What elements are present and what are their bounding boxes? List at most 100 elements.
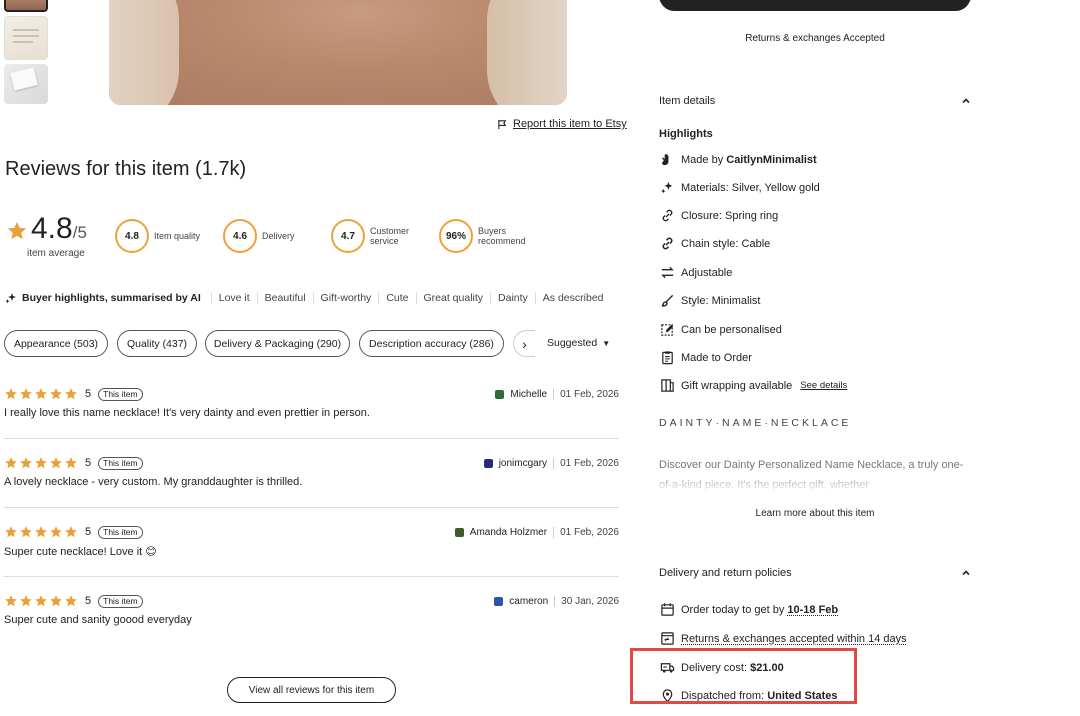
reviewer-avatar xyxy=(483,458,493,468)
report-link-label: Report this item to Etsy xyxy=(513,118,627,130)
item-quality-label: Item quality xyxy=(154,231,201,241)
highlight-gift-wrapping: Gift wrapping available See details xyxy=(660,378,847,393)
highlight-tag[interactable]: Great quality xyxy=(415,292,491,304)
customer-service-label: Customer service xyxy=(370,226,410,246)
reviewer-name[interactable]: jonimcgary xyxy=(499,458,547,469)
returns-policy: Returns & exchanges accepted within 14 d… xyxy=(660,631,907,646)
five-star-rating xyxy=(4,387,78,401)
buy-button[interactable] xyxy=(659,0,971,11)
sort-dropdown[interactable]: Suggested ▼ xyxy=(547,337,610,349)
reviewer-name[interactable]: Amanda Holzmer xyxy=(470,527,547,538)
sort-label: Suggested xyxy=(547,337,598,349)
item-details-header[interactable]: Item details xyxy=(659,95,971,107)
review-item: 5 This item Michelle 01 Feb, 2026 I real… xyxy=(4,386,619,419)
this-item-badge: This item xyxy=(98,594,143,608)
review-date: 30 Jan, 2026 xyxy=(561,595,619,607)
this-item-badge: This item xyxy=(98,387,143,401)
highlight-tag[interactable]: Beautiful xyxy=(256,292,313,304)
average-rating: 4.8/5 xyxy=(31,212,87,245)
five-star-rating xyxy=(4,594,78,608)
filter-chip-appearance[interactable]: Appearance (503) xyxy=(4,330,108,357)
this-item-badge: This item xyxy=(98,525,143,539)
thumbnail-2[interactable] xyxy=(4,16,48,60)
review-score: 5 xyxy=(85,526,92,538)
thumbnail-1[interactable] xyxy=(4,0,48,12)
star-icon xyxy=(35,526,47,538)
delivery-date-range[interactable]: 10-18 Feb xyxy=(787,604,838,616)
swap-arrows-icon xyxy=(661,266,674,279)
returns-summary: Returns & exchanges Accepted xyxy=(745,33,885,44)
reviewer-name[interactable]: cameron xyxy=(509,596,548,607)
see-details-link[interactable]: See details xyxy=(800,380,847,391)
delivery-label: Delivery xyxy=(262,231,295,241)
report-item-link[interactable]: Report this item to Etsy xyxy=(497,118,627,130)
highlight-made-by: Made by CaitlynMinimalist xyxy=(660,152,817,167)
review-item: 5 This item jonimcgary 01 Feb, 2026 A lo… xyxy=(4,455,619,488)
annotation-highlight-box xyxy=(630,648,857,704)
product-main-image[interactable] xyxy=(109,0,567,105)
caret-down-icon: ▼ xyxy=(602,338,611,348)
highlight-chain-style: Chain style: Cable xyxy=(660,236,770,251)
highlight-tag[interactable]: Love it xyxy=(210,292,257,304)
item-quality-score: 4.8 xyxy=(115,219,149,253)
star-icon xyxy=(7,221,27,240)
reviewer-name[interactable]: Michelle xyxy=(510,389,547,400)
review-date: 01 Feb, 2026 xyxy=(560,388,619,400)
five-star-rating xyxy=(4,525,78,539)
delivery-policies-header[interactable]: Delivery and return policies xyxy=(659,567,971,579)
reviews-title: Reviews for this item (1.7k) xyxy=(5,158,247,180)
review-score: 5 xyxy=(85,457,92,469)
highlights-title: Highlights xyxy=(659,128,713,140)
star-icon xyxy=(50,388,62,400)
chevron-up-icon xyxy=(962,570,970,576)
this-item-badge: This item xyxy=(98,456,143,470)
star-icon xyxy=(35,388,47,400)
returns-policy-text[interactable]: Returns & exchanges accepted within 14 d… xyxy=(681,633,907,645)
review-score: 5 xyxy=(85,595,92,607)
highlight-tag[interactable]: Cute xyxy=(378,292,415,304)
star-icon xyxy=(50,457,62,469)
brush-icon xyxy=(661,294,674,307)
buyers-recommend-score: 96% xyxy=(439,219,473,253)
buyers-recommend-label: Buyers recommend xyxy=(478,226,526,246)
personalise-icon xyxy=(661,324,674,336)
sparkle-gem-icon xyxy=(661,181,673,194)
highlight-closure: Closure: Spring ring xyxy=(660,208,778,223)
highlight-personalised: Can be personalised xyxy=(660,322,782,337)
star-icon xyxy=(20,457,32,469)
divider xyxy=(4,438,619,439)
link-icon xyxy=(662,209,673,222)
filter-chip-quality[interactable]: Quality (437) xyxy=(117,330,197,357)
thumbnail-3[interactable] xyxy=(4,64,48,104)
reviewer-avatar xyxy=(454,527,464,537)
highlight-materials: Materials: Silver, Yellow gold xyxy=(660,180,820,195)
star-icon xyxy=(65,388,77,400)
chain-icon xyxy=(662,237,673,250)
chevron-right-icon: › xyxy=(522,335,527,352)
reviewer-avatar xyxy=(494,596,504,606)
product-description: Discover our Dainty Personalized Name Ne… xyxy=(659,459,964,491)
hand-wave-icon xyxy=(661,153,669,166)
filter-chip-description[interactable]: Description accuracy (286) xyxy=(359,330,504,357)
learn-more-button[interactable]: Learn more about this item xyxy=(659,508,971,519)
review-item: 5 This item Amanda Holzmer 01 Feb, 2026 … xyxy=(4,524,619,558)
review-item: 5 This item cameron 30 Jan, 2026 Super c… xyxy=(4,593,619,626)
star-icon xyxy=(65,526,77,538)
highlight-tag[interactable]: Gift-worthy xyxy=(312,292,379,304)
highlight-made-to-order: Made to Order xyxy=(660,350,752,365)
delivery-policies-title: Delivery and return policies xyxy=(659,567,792,579)
highlight-tag[interactable]: As described xyxy=(534,292,611,304)
star-icon xyxy=(5,388,17,400)
highlight-tag[interactable]: Dainty xyxy=(490,292,535,304)
star-icon xyxy=(20,388,32,400)
highlight-adjustable: Adjustable xyxy=(660,265,732,280)
five-star-rating xyxy=(4,456,78,470)
filter-chip-delivery[interactable]: Delivery & Packaging (290) xyxy=(205,330,350,357)
calendar-icon xyxy=(661,603,674,616)
filters-next-button[interactable]: › xyxy=(513,330,535,357)
star-icon xyxy=(50,595,62,607)
view-all-reviews-button[interactable]: View all reviews for this item xyxy=(227,677,396,703)
flag-icon xyxy=(498,119,507,129)
divider xyxy=(4,576,619,577)
divider xyxy=(4,507,619,508)
